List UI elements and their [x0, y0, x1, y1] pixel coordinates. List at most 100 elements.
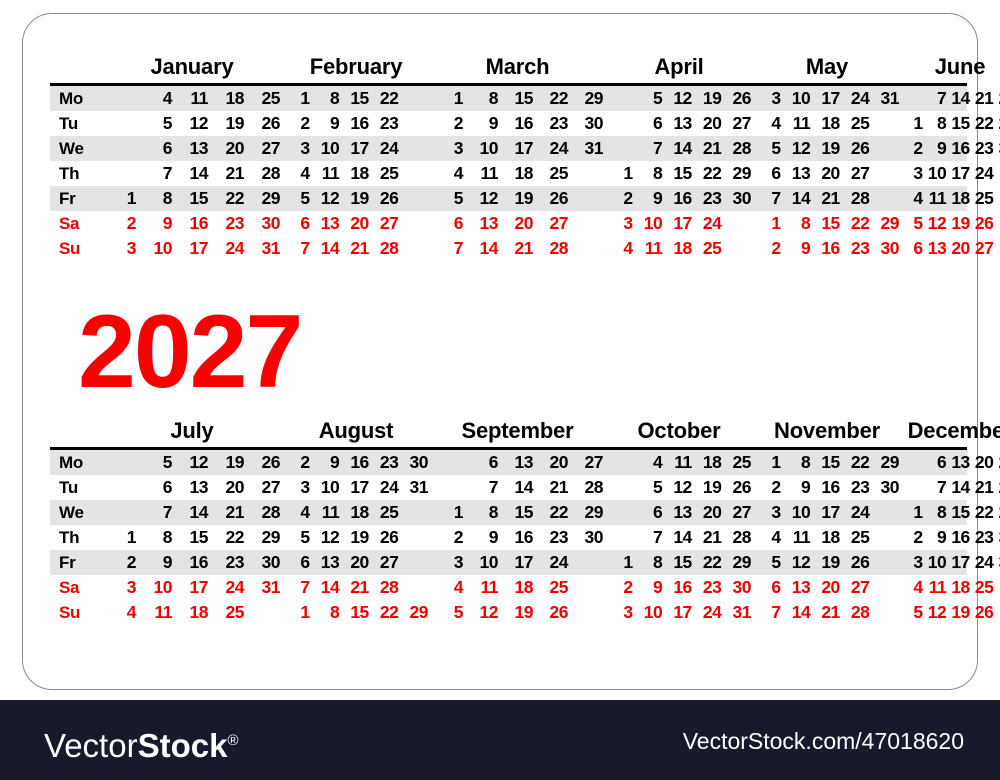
day-cell: 3: [300, 138, 310, 158]
day-cell: 1: [771, 452, 781, 472]
day-cell: 5: [771, 552, 781, 572]
day-cell: 8: [936, 502, 947, 522]
day-cell: 14: [514, 477, 534, 497]
day-cell: 29: [261, 188, 281, 208]
day-cell: 17: [189, 238, 209, 258]
day-cell: 8: [800, 452, 811, 472]
day-cell: 17: [821, 502, 840, 522]
day-cell: 9: [652, 577, 663, 597]
day-cell-empty: [430, 450, 465, 475]
day-cell: 25: [850, 113, 870, 133]
day-cell: 16: [514, 527, 534, 547]
day-cell-empty: [723, 211, 753, 236]
day-cell: 18: [514, 163, 534, 183]
month-week-may-th: 6 13 20 27: [753, 161, 901, 186]
day-cell: 14: [320, 577, 340, 597]
month-week-june-th: 3 10 17 24: [901, 161, 1000, 186]
day-cell: 3: [623, 213, 633, 233]
day-cell: 13: [189, 477, 209, 497]
month-week-march-we: 3 10 17 24 31: [430, 136, 605, 161]
day-cell: 3: [453, 552, 464, 572]
day-cell: 24: [974, 163, 994, 183]
day-cell: 19: [225, 113, 245, 133]
day-cell: 16: [189, 213, 209, 233]
day-cell: 20: [974, 452, 994, 472]
month-week-may-fr: 7 14 21 28: [753, 186, 901, 211]
day-cell-empty: [995, 211, 1000, 236]
day-cell: 10: [643, 213, 663, 233]
month-week-april-we: 7 14 21 28: [605, 136, 753, 161]
day-cell: 12: [673, 477, 692, 497]
day-cell: 27: [261, 477, 281, 497]
day-cell-empty: [570, 550, 605, 575]
day-cell: 22: [850, 452, 870, 472]
day-cell: 4: [771, 113, 781, 133]
month-week-november-sa: 6 13 20 27: [753, 575, 901, 600]
day-cell: 13: [791, 577, 811, 597]
day-cell-empty: [605, 500, 635, 525]
day-cell: 29: [732, 163, 752, 183]
calendar-card: January February March April May June Mo 4 11 18 2…: [22, 13, 1000, 690]
day-cell: 9: [936, 138, 947, 158]
month-title-september: September: [461, 418, 574, 443]
day-cell: 5: [913, 213, 923, 233]
day-cell: 12: [927, 213, 947, 233]
day-cell: 21: [350, 577, 369, 597]
month-week-november-we: 3 10 17 24: [753, 500, 901, 525]
day-cell: 14: [189, 163, 209, 183]
day-cell-empty: [605, 525, 635, 550]
day-cell: 28: [732, 138, 752, 158]
day-cell: 23: [379, 452, 399, 472]
month-week-august-tu: 3 10 17 24 31: [282, 475, 430, 500]
day-cell: 14: [320, 238, 340, 258]
day-cell-empty: [871, 575, 901, 600]
day-cell: 17: [350, 477, 369, 497]
day-cell: 28: [850, 188, 870, 208]
day-cell: 5: [652, 88, 663, 108]
day-cell: 24: [379, 477, 399, 497]
day-cell: 9: [162, 552, 173, 572]
day-cell: 27: [974, 238, 994, 258]
day-cell-empty: [871, 525, 901, 550]
day-cell: 26: [261, 452, 281, 472]
day-cell: 8: [329, 602, 340, 622]
day-cell: 8: [488, 88, 499, 108]
day-cell: 1: [126, 527, 137, 547]
day-cell: 17: [189, 577, 209, 597]
day-cell: 21: [702, 527, 722, 547]
month-week-september-mo: 6 13 20 27: [430, 450, 605, 475]
month-week-june-we: 29162330: [901, 136, 1000, 161]
day-cell: 10: [927, 552, 947, 572]
day-cell: 8: [162, 188, 173, 208]
day-cell: 25: [732, 452, 752, 472]
weekday-label-th: Th: [59, 163, 80, 183]
day-cell: 28: [379, 577, 399, 597]
day-cell: 2: [300, 452, 310, 472]
vectorstock-logo: VectorStock®: [44, 724, 239, 762]
day-cell: 31: [409, 477, 429, 497]
day-cell: 16: [821, 238, 840, 258]
day-cell: 27: [732, 502, 752, 522]
month-week-june-sa: 5 12 19 26: [901, 211, 1000, 236]
day-cell: 1: [300, 88, 310, 108]
day-cell: 21: [974, 88, 994, 108]
day-cell: 17: [951, 552, 970, 572]
day-cell: 8: [936, 113, 947, 133]
day-cell: 10: [791, 88, 811, 108]
week-row-mo: Mo 4 11 18 25 1 8 15 22 1 8 15 22 29 5 12 19 26 3 10 17 24 31 7…: [50, 86, 1000, 111]
day-cell-empty: [570, 236, 605, 261]
day-cell: 29: [995, 111, 1000, 136]
day-cell: 12: [673, 88, 692, 108]
day-cell: 25: [261, 88, 281, 108]
day-cell-empty: [102, 450, 138, 475]
month-week-august-fr: 6 13 20 27: [282, 550, 430, 575]
month-week-december-mo: 6132027: [901, 450, 1000, 475]
day-cell: 21: [821, 602, 840, 622]
day-cell: 30: [584, 113, 604, 133]
month-week-august-su: 1 8 15 22 29: [282, 600, 430, 625]
week-row-we: We 7 14 21 28 4 11 18 25 1 8 15 22 29 6 13 20 27 3 10 17 24 1 8…: [50, 500, 1000, 525]
day-cell: 16: [673, 188, 692, 208]
day-cell: 28: [584, 477, 604, 497]
day-cell: 4: [300, 163, 310, 183]
day-cell: 22: [379, 88, 399, 108]
